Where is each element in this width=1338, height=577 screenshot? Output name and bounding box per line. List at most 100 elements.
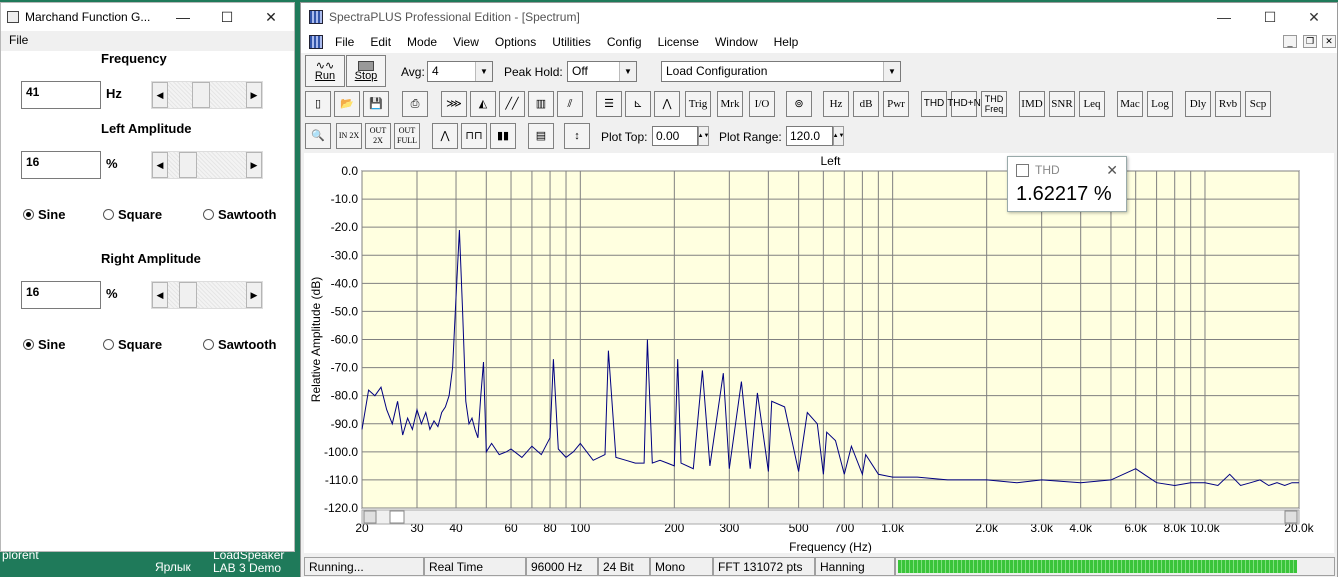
desktop-lab-label[interactable]: LAB 3 Demo (213, 561, 281, 575)
zoom-out-2x-icon[interactable]: OUT 2X (365, 123, 391, 149)
spectrogram-icon[interactable]: ▥ (528, 91, 554, 117)
left-sawtooth-radio[interactable]: Sawtooth (203, 207, 277, 222)
right-amplitude-slider[interactable]: ◀ ▶ (151, 281, 263, 309)
mdi-restore-icon[interactable]: ❐ (1303, 35, 1317, 48)
delay-button[interactable]: Dly (1185, 91, 1211, 117)
db-button[interactable]: dB (853, 91, 879, 117)
close-icon[interactable]: ✕ (1106, 162, 1118, 179)
menu-help[interactable]: Help (766, 35, 807, 49)
right-amplitude-input[interactable]: 16 (21, 281, 101, 309)
spectrum-chart[interactable]: 0.0 -10.0 -20.0 -30.0 -40.0 -50.0 -60.0 -70.0 -8… (304, 153, 1334, 554)
right-amplitude-slider-thumb[interactable] (179, 282, 197, 308)
hz-button[interactable]: Hz (823, 91, 849, 117)
marker-button[interactable]: Mrk (717, 91, 743, 117)
time-series-icon[interactable]: ╱╱ (499, 91, 525, 117)
menu-window[interactable]: Window (707, 35, 766, 49)
settings-panel-icon[interactable]: ☰ (596, 91, 622, 117)
frequency-slider[interactable]: ◀ ▶ (151, 81, 263, 109)
plot-top-input[interactable]: 0.00 (652, 126, 698, 146)
title-bar: SpectraPLUS Professional Edition - [Spec… (301, 3, 1337, 31)
generator-icon[interactable]: ⊚ (786, 91, 812, 117)
reverb-button[interactable]: Rvb (1215, 91, 1241, 117)
minimize-icon[interactable]: — (1201, 3, 1247, 31)
log-button[interactable]: Log (1147, 91, 1173, 117)
power-button[interactable]: Pwr (883, 91, 909, 117)
scaling-icon[interactable]: ⊾ (625, 91, 651, 117)
run-button[interactable]: ∿∿ Run (305, 55, 345, 87)
plot-properties-icon[interactable]: ▤ (528, 123, 554, 149)
step-plot-icon[interactable]: ⊓⊓ (461, 123, 487, 149)
close-icon[interactable]: ✕ (1291, 3, 1337, 31)
save-icon[interactable]: 💾 (363, 91, 389, 117)
snr-button[interactable]: SNR (1049, 91, 1075, 117)
leq-button[interactable]: Leq (1079, 91, 1105, 117)
zoom-icon[interactable]: 🔍 (305, 123, 331, 149)
scroll-right-icon[interactable]: ▶ (246, 282, 262, 308)
menu-options[interactable]: Options (487, 35, 544, 49)
avg-select[interactable]: 4 ▼ (427, 61, 493, 82)
thd-button[interactable]: THD (921, 91, 947, 117)
print-icon[interactable]: ⎙ (402, 91, 428, 117)
menu-license[interactable]: License (650, 35, 707, 49)
trigger-button[interactable]: Trig (685, 91, 711, 117)
weighting-icon[interactable]: ⋀ (654, 91, 680, 117)
desktop-yarlyk-label[interactable]: Ярлык (155, 560, 191, 574)
scope-button[interactable]: Scp (1245, 91, 1271, 117)
scroll-left-icon[interactable]: ◀ (152, 152, 168, 178)
plot-top-spinner-icon[interactable]: ▲▼ (698, 126, 709, 146)
open-folder-icon[interactable]: 📂 (334, 91, 360, 117)
right-sine-radio[interactable]: Sine (23, 337, 65, 352)
autoscale-icon[interactable]: ↕ (564, 123, 590, 149)
frequency-input[interactable]: 41 (21, 81, 101, 109)
mdi-close-icon[interactable]: ✕ (1322, 35, 1336, 48)
io-button[interactable]: I/O (749, 91, 775, 117)
menu-file[interactable]: File (327, 35, 362, 49)
thd-readout-window[interactable]: THD ✕ 1.62217 % (1007, 156, 1127, 212)
doc-icon[interactable] (309, 35, 323, 49)
right-sawtooth-radio[interactable]: Sawtooth (203, 337, 277, 352)
scroll-right-icon[interactable]: ▶ (246, 152, 262, 178)
macro-button[interactable]: Mac (1117, 91, 1143, 117)
left-sine-radio[interactable]: Sine (23, 207, 65, 222)
configuration-select[interactable]: Load Configuration ▼ (661, 61, 901, 82)
frequency-slider-thumb[interactable] (192, 82, 210, 108)
imd-button[interactable]: IMD (1019, 91, 1045, 117)
menu-config[interactable]: Config (599, 35, 650, 49)
scroll-left-icon[interactable]: ◀ (152, 82, 168, 108)
zoom-full-icon[interactable]: OUT FULL (394, 123, 420, 149)
chevron-down-icon[interactable]: ▼ (619, 62, 636, 81)
new-file-icon[interactable]: ▯ (305, 91, 331, 117)
maximize-icon[interactable]: ☐ (1247, 3, 1293, 31)
thd-freq-button[interactable]: THD Freq (981, 91, 1007, 117)
spectrum-view-icon[interactable]: ◭ (470, 91, 496, 117)
left-amplitude-slider-thumb[interactable] (179, 152, 197, 178)
menu-edit[interactable]: Edit (362, 35, 399, 49)
close-icon[interactable]: ✕ (251, 3, 291, 31)
chevron-down-icon[interactable]: ▼ (475, 62, 492, 81)
line-plot-icon[interactable]: ⋀ (432, 123, 458, 149)
mdi-minimize-icon[interactable]: _ (1283, 35, 1297, 48)
minimize-icon[interactable]: — (163, 3, 203, 31)
stop-button[interactable]: Stop (346, 55, 386, 87)
3d-surface-icon[interactable]: ⫽ (557, 91, 583, 117)
left-amplitude-slider[interactable]: ◀ ▶ (151, 151, 263, 179)
menu-utilities[interactable]: Utilities (544, 35, 599, 49)
right-square-radio[interactable]: Square (103, 337, 162, 352)
zoom-in-2x-icon[interactable]: IN 2X (336, 123, 362, 149)
thd-n-button[interactable]: THD+N (947, 91, 981, 117)
recorder-icon[interactable]: ⋙ (441, 91, 467, 117)
menu-view[interactable]: View (445, 35, 487, 49)
bar-plot-icon[interactable]: ▮▮ (490, 123, 516, 149)
scroll-left-icon[interactable]: ◀ (152, 282, 168, 308)
chevron-down-icon[interactable]: ▼ (883, 62, 900, 81)
spectrum-plot[interactable]: 0.0 -10.0 -20.0 -30.0 -40.0 -50.0 -60.0 -70.0 -8… (304, 153, 1334, 554)
left-square-radio[interactable]: Square (103, 207, 162, 222)
peak-hold-select[interactable]: Off ▼ (567, 61, 637, 82)
menu-mode[interactable]: Mode (399, 35, 445, 49)
scroll-right-icon[interactable]: ▶ (246, 82, 262, 108)
menu-file[interactable]: File (9, 33, 28, 47)
plot-range-input[interactable]: 120.0 (786, 126, 833, 146)
plot-range-spinner-icon[interactable]: ▲▼ (833, 126, 844, 146)
left-amplitude-input[interactable]: 16 (21, 151, 101, 179)
maximize-icon[interactable]: ☐ (207, 3, 247, 31)
